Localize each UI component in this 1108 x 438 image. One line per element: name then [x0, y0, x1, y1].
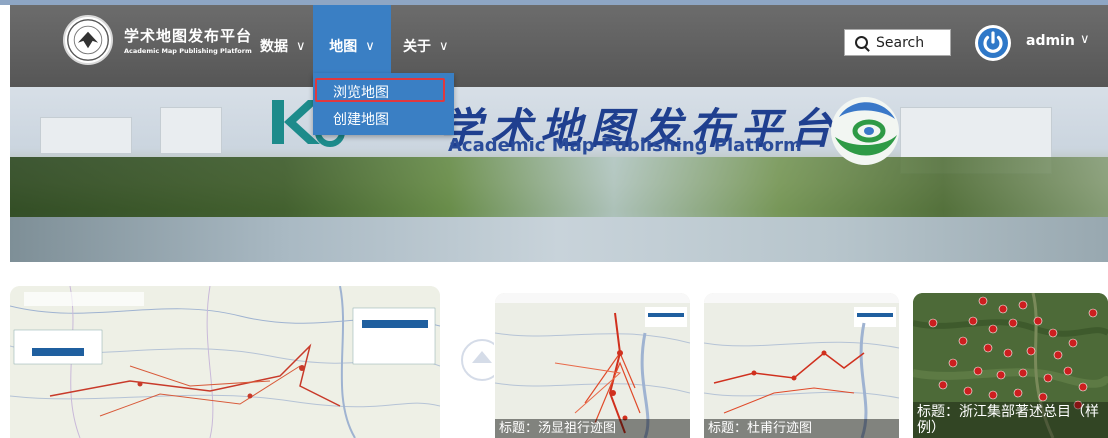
- chevron-down-icon: ∨: [296, 38, 306, 54]
- nav-about-label: 关于: [403, 39, 431, 55]
- navbar: 学术地图发布平台 Academic Map Publishing Platfor…: [10, 5, 1108, 87]
- power-avatar-icon[interactable]: [975, 25, 1011, 61]
- search-input[interactable]: [876, 34, 946, 51]
- map-card-caption: 标题：浙江集部著述总目（样例）: [913, 402, 1108, 438]
- banner-subtitle: Academic Map Publishing Platform: [448, 135, 802, 156]
- lake-water: [10, 217, 1108, 262]
- building-shape: [40, 117, 132, 154]
- map-card[interactable]: 标题：汤显祖行迹图: [495, 293, 690, 438]
- tree-line: [10, 157, 1108, 217]
- search-box[interactable]: [844, 29, 951, 56]
- brand-subtitle: Academic Map Publishing Platform: [124, 47, 252, 55]
- nav-data-menu[interactable]: 数据 ∨: [246, 5, 320, 87]
- menu-item-browse-map[interactable]: 浏览地图: [333, 82, 389, 102]
- chevron-down-icon: ∨: [365, 38, 375, 54]
- itinerary-map-thumbnail: [10, 286, 440, 438]
- nav-data-label: 数据: [260, 39, 288, 55]
- search-icon: [855, 36, 868, 49]
- hero-banner: 学术地图发布平台 Academic Map Publishing Platfor…: [10, 87, 1108, 262]
- map-card-caption: 标题：杜甫行迹图: [704, 419, 899, 438]
- brand-title[interactable]: 学术地图发布平台: [124, 25, 252, 46]
- chevron-down-icon: ∨: [439, 38, 449, 54]
- globe-logo-icon: [831, 97, 899, 165]
- university-seal-watermark-icon: [461, 339, 494, 381]
- map-card[interactable]: [10, 286, 440, 438]
- map-card[interactable]: 标题：杜甫行迹图: [704, 293, 899, 438]
- user-name[interactable]: admin: [1026, 33, 1075, 49]
- nav-map-label: 地图: [329, 39, 358, 55]
- chevron-down-icon[interactable]: ∨: [1080, 32, 1090, 47]
- university-seal-icon[interactable]: [63, 15, 113, 65]
- map-card-caption: 标题：汤显祖行迹图: [495, 419, 690, 438]
- menu-item-create-map[interactable]: 创建地图: [333, 109, 389, 129]
- tang-xianzu-map-thumbnail: [495, 293, 690, 438]
- building-shape: [160, 107, 222, 154]
- du-fu-map-thumbnail: [704, 293, 899, 438]
- map-dropdown-menu: 浏览地图 创建地图: [313, 73, 454, 135]
- map-card[interactable]: 标题：浙江集部著述总目（样例）: [913, 293, 1108, 438]
